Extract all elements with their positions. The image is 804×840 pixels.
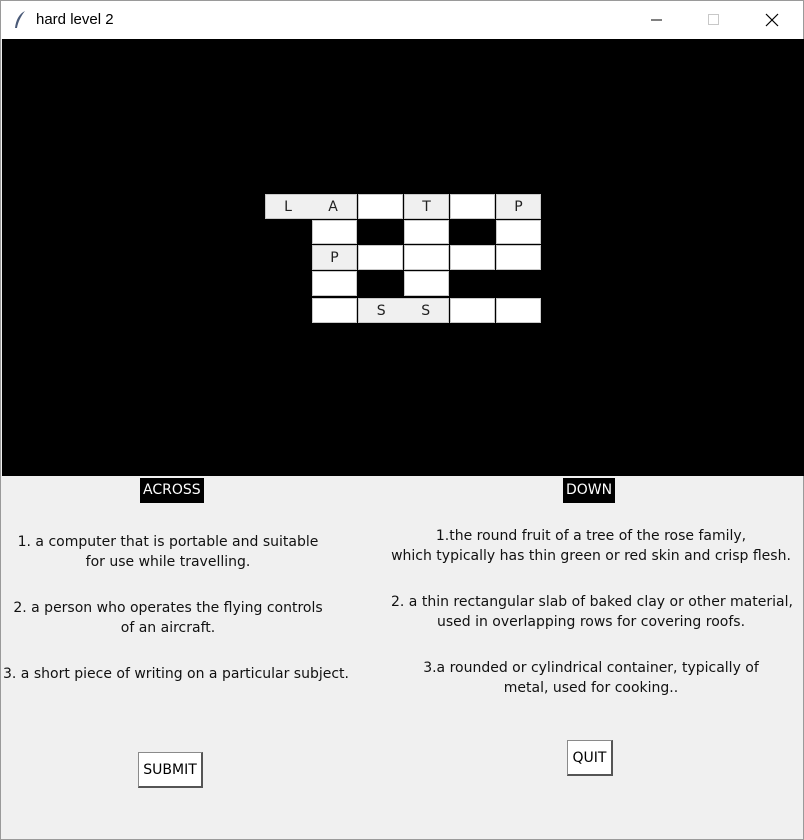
minimize-icon bbox=[651, 19, 662, 21]
crossword-cell[interactable] bbox=[450, 245, 495, 270]
cell-letter: S bbox=[376, 302, 386, 319]
maximize-button[interactable] bbox=[685, 1, 743, 39]
close-button[interactable] bbox=[743, 1, 801, 39]
crossword-cell[interactable] bbox=[358, 194, 403, 219]
crossword-cell[interactable] bbox=[496, 245, 541, 270]
crossword-cell[interactable] bbox=[358, 245, 403, 270]
title-bar[interactable]: hard level 2 bbox=[1, 1, 803, 39]
submit-button[interactable]: SUBMIT bbox=[138, 752, 203, 788]
cell-letter: S bbox=[421, 302, 431, 319]
crossword-cell[interactable] bbox=[404, 245, 449, 270]
crossword-cell[interactable] bbox=[312, 271, 357, 296]
crossword-cell[interactable]: P bbox=[312, 245, 357, 270]
crossword-cell[interactable] bbox=[312, 298, 357, 323]
crossword-cell[interactable] bbox=[450, 298, 495, 323]
down-clue-2: 2. a thin rectangular slab of baked clay… bbox=[391, 594, 793, 630]
down-clue-3: 3.a rounded or cylindrical container, ty… bbox=[423, 660, 759, 696]
crossword-board: L A T P P S S bbox=[2, 39, 804, 476]
window-title: hard level 2 bbox=[36, 11, 114, 28]
crossword-cell[interactable]: L A bbox=[265, 194, 357, 219]
crossword-cell[interactable]: P bbox=[496, 194, 541, 219]
down-heading: DOWN bbox=[563, 478, 616, 503]
crossword-cell[interactable] bbox=[496, 220, 541, 244]
crossword-cell[interactable] bbox=[312, 220, 357, 244]
across-heading: ACROSS bbox=[140, 478, 204, 503]
crossword-cell[interactable] bbox=[404, 220, 449, 244]
crossword-cell[interactable] bbox=[450, 194, 495, 219]
maximize-icon bbox=[708, 14, 719, 25]
crossword-cell[interactable] bbox=[404, 271, 449, 296]
feather-icon bbox=[13, 10, 27, 30]
crossword-cell[interactable]: T bbox=[404, 194, 449, 219]
across-clue-3: 3. a short piece of writing on a particu… bbox=[3, 666, 350, 682]
across-clue-2: 2. a person who operates the flying cont… bbox=[13, 600, 323, 636]
quit-button[interactable]: QUIT bbox=[567, 740, 613, 776]
minimize-button[interactable] bbox=[628, 1, 686, 39]
cell-letter: A bbox=[328, 198, 338, 215]
crossword-cell[interactable]: S S bbox=[358, 298, 449, 323]
cell-letter: L bbox=[284, 198, 292, 215]
crossword-cell[interactable] bbox=[496, 298, 541, 323]
across-clue-1: 1. a computer that is portable and suita… bbox=[17, 534, 319, 570]
app-window: hard level 2 L A T P P S S ACROSS DOWN 1… bbox=[0, 0, 804, 840]
close-icon bbox=[765, 13, 779, 27]
down-clue-1: 1.the round fruit of a tree of the rose … bbox=[391, 528, 791, 564]
